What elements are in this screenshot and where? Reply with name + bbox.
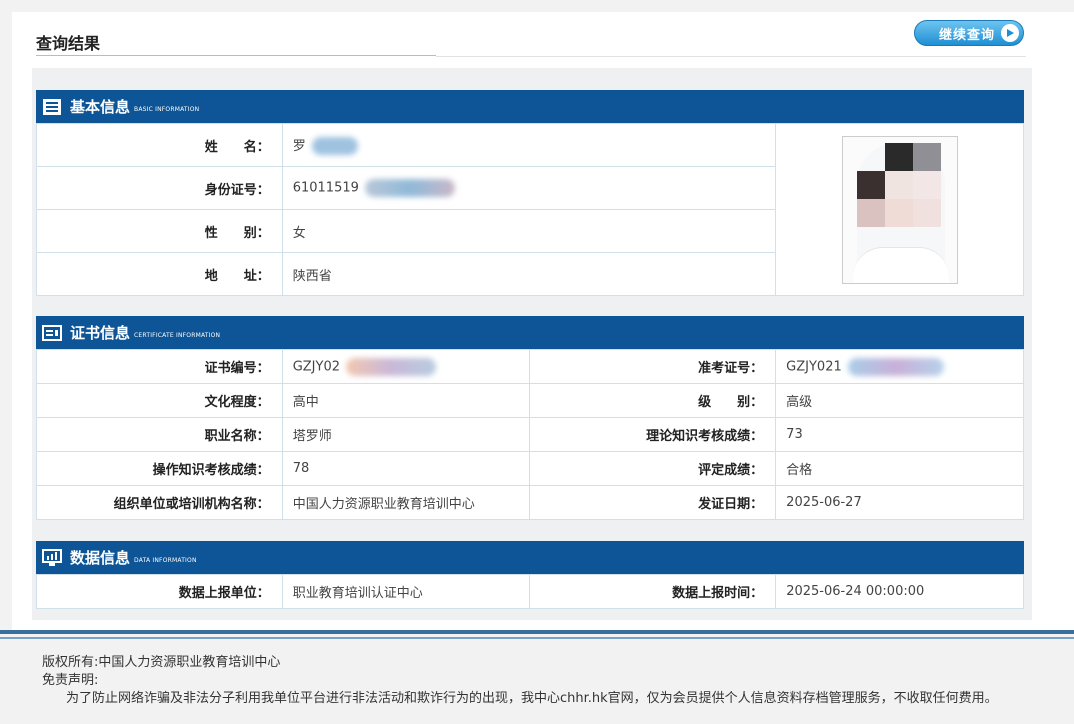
certificate-info-section: 证书信息 CERTIFICATE INFORMATION 证书编号： GZJY0… (36, 316, 1024, 520)
admission-number-label: 准考证号： (529, 349, 777, 384)
certificate-info-title: 证书信息 (70, 324, 131, 342)
table-row: 职业名称： 塔罗师 理论知识考核成绩： 73 (36, 417, 1024, 452)
redaction-blur (847, 357, 944, 376)
organization-value: 中国人力资源职业教育培训中心 (281, 485, 531, 520)
basic-info-title: 基本信息 (70, 98, 131, 116)
data-info-title: 数据信息 (70, 549, 131, 567)
monitor-chart-icon (42, 548, 62, 566)
level-label: 级 别： (529, 383, 777, 418)
admission-number-value-cell: GZJY021 (775, 349, 1024, 384)
education-value: 高中 (281, 383, 531, 418)
certificate-info-header: 证书信息 CERTIFICATE INFORMATION (36, 316, 1024, 349)
basic-info-section: 基本信息 BASIC INFORMATION 姓 名： 罗 身份证号： 6101… (36, 90, 1024, 296)
redaction-blur (311, 137, 358, 156)
continue-query-label: 继续查询 (938, 27, 995, 43)
issue-date-label: 发证日期： (529, 485, 777, 520)
name-label: 姓 名： (36, 123, 283, 167)
table-row: 文化程度： 高中 级 别： 高级 (36, 383, 1024, 418)
gender-label: 性 别： (36, 209, 283, 253)
redaction-blur (365, 179, 456, 197)
assessment-result-label: 评定成绩： (529, 451, 777, 486)
certificate-info-subtitle: CERTIFICATE INFORMATION (134, 332, 221, 339)
footer: 版权所有:中国人力资源职业教育培训中心 免责声明: 为了防止网络诈骗及非法分子利… (0, 630, 1074, 724)
basic-info-table: 姓 名： 罗 身份证号： 61011519 性 别： 女 地 址： 陕西省 (36, 123, 1024, 296)
redaction-blur (346, 357, 437, 376)
report-unit-label: 数据上报单位： (36, 574, 283, 609)
name-value-cell: 罗 (281, 123, 777, 167)
address-value: 陕西省 (281, 252, 777, 296)
organization-label: 组织单位或培训机构名称： (36, 485, 283, 520)
id-number-value-cell: 61011519 (281, 166, 777, 210)
play-icon (1001, 24, 1019, 42)
data-info-section: 数据信息 DATA INFORMATION 数据上报单位： 职业教育培训认证中心… (36, 541, 1024, 609)
certificate-number-label: 证书编号： (36, 349, 283, 384)
id-number-label: 身份证号： (36, 166, 283, 210)
data-info-table: 数据上报单位： 职业教育培训认证中心 数据上报时间： 2025-06-24 00… (36, 574, 1024, 609)
gender-value: 女 (281, 209, 777, 253)
theory-score-label: 理论知识考核成绩： (529, 417, 777, 452)
table-row: 姓 名： 罗 (36, 123, 1024, 296)
address-label: 地 址： (36, 252, 283, 296)
footer-disclaimer-title: 免责声明: (42, 673, 99, 688)
admission-number-value: GZJY021 (786, 359, 842, 374)
title-divider (36, 55, 436, 56)
title-divider-light (436, 56, 1026, 57)
practical-score-value: 78 (281, 451, 531, 486)
report-unit-value: 职业教育培训认证中心 (281, 574, 531, 609)
photo-cell (775, 123, 1024, 296)
report-time-label: 数据上报时间： (529, 574, 777, 609)
data-info-header: 数据信息 DATA INFORMATION (36, 541, 1024, 574)
basic-info-header: 基本信息 BASIC INFORMATION (36, 90, 1024, 123)
continue-query-button[interactable]: 继续查询 (914, 20, 1024, 46)
table-row: 数据上报单位： 职业教育培训认证中心 数据上报时间： 2025-06-24 00… (36, 574, 1024, 609)
list-icon (43, 98, 61, 115)
id-number-value: 61011519 (292, 180, 359, 196)
certificate-number-value: GZJY02 (292, 359, 340, 374)
education-label: 文化程度： (36, 383, 283, 418)
profile-photo (841, 135, 958, 284)
certificate-icon (42, 324, 62, 341)
certificate-info-table: 证书编号： GZJY02 准考证号： GZJY021 文化程度： 高中 级 别：… (36, 349, 1024, 520)
table-row: 操作知识考核成绩： 78 评定成绩： 合格 (36, 451, 1024, 486)
table-row: 组织单位或培训机构名称： 中国人力资源职业教育培训中心 发证日期： 2025-0… (36, 485, 1024, 520)
name-value: 罗 (292, 138, 306, 154)
issue-date-value: 2025-06-27 (775, 485, 1024, 520)
practical-score-label: 操作知识考核成绩： (36, 451, 283, 486)
level-value: 高级 (775, 383, 1024, 418)
assessment-result-value: 合格 (775, 451, 1024, 486)
occupation-value: 塔罗师 (281, 417, 531, 452)
footer-disclaimer-text: 为了防止网络诈骗及非法分子利用我单位平台进行非法活动和欺诈行为的出现，我中心ch… (66, 691, 998, 706)
certificate-number-value-cell: GZJY02 (281, 349, 531, 384)
page-title: 查询结果 (36, 34, 101, 53)
basic-info-subtitle: BASIC INFORMATION (134, 106, 200, 113)
table-row: 证书编号： GZJY02 准考证号： GZJY021 (36, 349, 1024, 384)
occupation-label: 职业名称： (36, 417, 283, 452)
data-info-subtitle: DATA INFORMATION (134, 557, 197, 564)
report-time-value: 2025-06-24 00:00:00 (775, 574, 1024, 609)
footer-copyright: 版权所有:中国人力资源职业教育培训中心 (42, 655, 281, 670)
theory-score-value: 73 (775, 417, 1024, 452)
footer-divider (0, 637, 1074, 639)
